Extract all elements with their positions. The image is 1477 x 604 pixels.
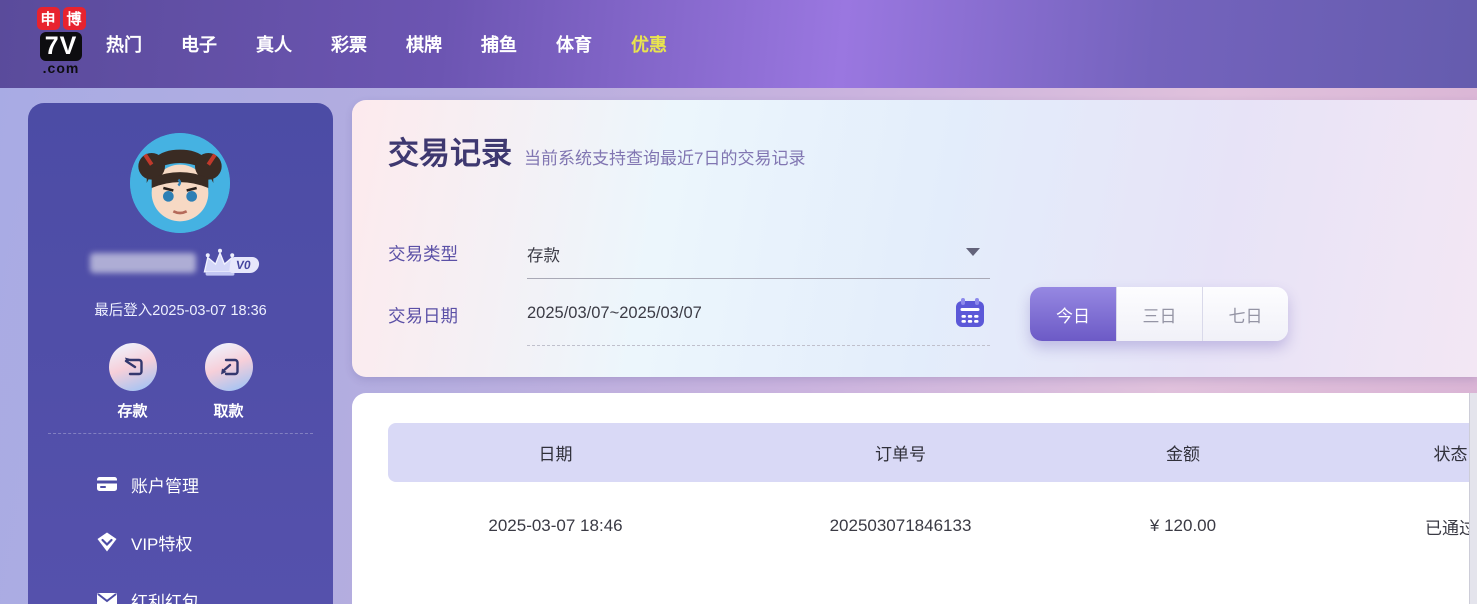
logo-tiles: 申 博	[36, 7, 86, 30]
sidebar-item-bonus[interactable]: 红利红包	[28, 571, 333, 604]
sidebar-divider	[48, 433, 313, 434]
nav-item-lottery[interactable]: 彩票	[331, 31, 367, 57]
date-filter-label: 交易日期	[388, 306, 458, 326]
logo-tile-2: 博	[62, 7, 86, 30]
nav-item-board[interactable]: 棋牌	[406, 31, 442, 57]
range-button-today[interactable]: 今日	[1030, 287, 1116, 341]
calendar-icon[interactable]	[953, 296, 987, 335]
sidebar-avatar[interactable]	[130, 133, 230, 233]
nav-item-live[interactable]: 真人	[256, 31, 292, 57]
date-range-value[interactable]: 2025/03/07~2025/03/07	[527, 304, 702, 323]
nav-item-fishing[interactable]: 捕鱼	[481, 31, 517, 57]
deposit-label: 存款	[117, 403, 148, 420]
transaction-table: 日期 订单号 金额 状态 2025-03-07 18:46 2025030718…	[388, 423, 1469, 604]
date-range-quick-buttons: 今日 三日 七日	[1030, 287, 1288, 341]
bank-card-icon	[95, 472, 119, 496]
cell-order-id: 202503071846133	[829, 516, 972, 535]
panel-title-row: 交易记录 当前系统支持查询最近7日的交易记录	[388, 128, 805, 173]
sidebar-item-label: VIP特权	[131, 534, 193, 554]
scrollbar[interactable]	[1469, 393, 1477, 604]
sidebar: V0 最后登入2025-03-07 18:36 存款 取款 账户管理 VIP特权…	[28, 103, 333, 604]
main-nav: 热门 电子 真人 彩票 棋牌 捕鱼 体育 优惠	[106, 0, 667, 88]
avatar-girl-illustration	[130, 133, 230, 233]
date-underline	[527, 345, 990, 346]
sidebar-menu: 账户管理 VIP特权 红利红包	[28, 455, 333, 604]
last-login-text: 最后登入2025-03-07 18:36	[94, 303, 267, 319]
vip-badge: V0	[228, 257, 260, 273]
envelope-icon	[95, 588, 119, 604]
logo-tile-1: 申	[36, 7, 60, 30]
quick-actions: 存款 取款	[28, 343, 333, 421]
withdraw-button[interactable]: 取款	[197, 343, 261, 421]
withdraw-label: 取款	[213, 403, 244, 420]
withdraw-icon	[204, 343, 253, 391]
deposit-icon	[108, 343, 157, 391]
logo-7v: 7V	[39, 32, 83, 61]
cell-amount: ¥ 120.00	[1149, 516, 1217, 535]
range-button-3days[interactable]: 三日	[1116, 287, 1202, 341]
cell-status: 已通过	[1425, 518, 1469, 538]
type-select-underline	[527, 278, 990, 279]
table-row: 2025-03-07 18:46 202503071846133 ¥ 120.0…	[388, 482, 1469, 570]
sidebar-username-row: V0	[28, 248, 333, 279]
brand-logo[interactable]: 申 博 7V .com	[28, 7, 94, 76]
header-order-id: 订单号	[875, 445, 926, 464]
range-button-7days[interactable]: 七日	[1202, 287, 1288, 341]
nav-item-sports[interactable]: 体育	[556, 31, 592, 57]
header-status: 状态	[1433, 445, 1468, 464]
deposit-button[interactable]: 存款	[101, 343, 165, 421]
sidebar-item-account[interactable]: 账户管理	[28, 455, 333, 513]
page-subtitle: 当前系统支持查询最近7日的交易记录	[524, 149, 806, 168]
type-filter-label: 交易类型	[388, 244, 458, 264]
sidebar-item-label: 红利红包	[131, 592, 199, 604]
page: 申 博 7V .com 热门 电子 真人 彩票 棋牌 捕鱼 体育 优惠 V0 最…	[0, 0, 1477, 604]
header-date: 日期	[538, 445, 573, 464]
logo-com: .com	[42, 60, 80, 76]
nav-item-promo[interactable]: 优惠	[631, 31, 667, 57]
page-title: 交易记录	[388, 136, 512, 171]
cell-date: 2025-03-07 18:46	[488, 516, 623, 535]
top-navbar: 申 博 7V .com 热门 电子 真人 彩票 棋牌 捕鱼 体育 优惠	[0, 0, 1477, 88]
nav-item-hot[interactable]: 热门	[106, 31, 142, 57]
chevron-down-icon[interactable]	[966, 248, 980, 256]
sidebar-username-blurred	[90, 253, 196, 273]
nav-item-slots[interactable]: 电子	[181, 31, 217, 57]
transaction-filter-panel: 交易记录 当前系统支持查询最近7日的交易记录 交易类型 存款 交易日期 2025…	[352, 100, 1477, 377]
sidebar-item-vip[interactable]: VIP特权	[28, 513, 333, 571]
header-amount: 金额	[1166, 445, 1200, 464]
table-header-row: 日期 订单号 金额 状态	[388, 423, 1469, 482]
sidebar-item-label: 账户管理	[131, 476, 199, 496]
transaction-table-panel: 日期 订单号 金额 状态 2025-03-07 18:46 2025030718…	[352, 393, 1477, 604]
gem-icon	[95, 530, 119, 554]
type-select-value[interactable]: 存款	[527, 242, 560, 266]
